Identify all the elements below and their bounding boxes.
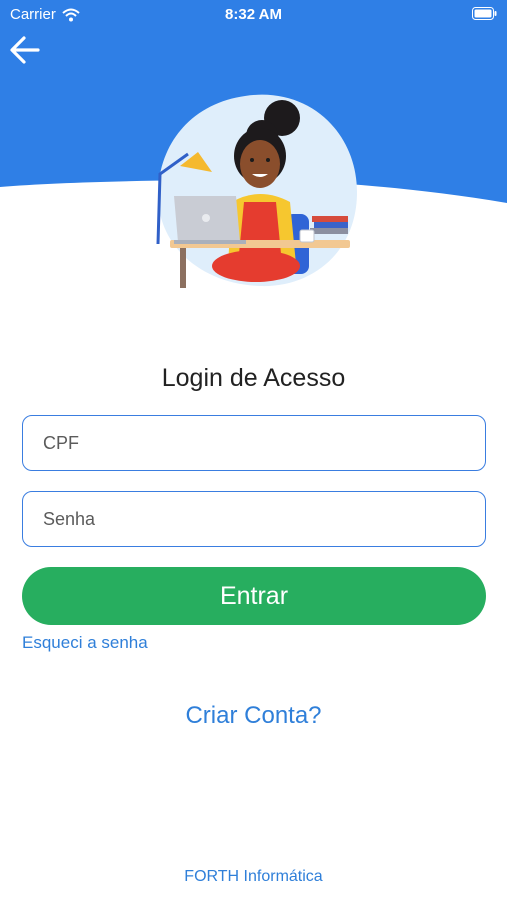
status-time: 8:32 AM [225, 6, 282, 23]
status-bar: Carrier 8:32 AM [0, 0, 507, 30]
girl-laptop-illustration [156, 94, 358, 288]
cpf-input[interactable] [22, 415, 486, 471]
password-input[interactable] [22, 491, 486, 547]
forgot-password-link[interactable]: Esqueci a senha [22, 633, 148, 653]
back-arrow-icon[interactable] [8, 33, 42, 67]
battery-icon [472, 7, 497, 20]
login-button[interactable]: Entrar [22, 567, 486, 625]
footer-credit: FORTH Informática [184, 868, 323, 885]
login-title: Login de Acesso [161, 364, 346, 392]
create-account-link[interactable]: Criar Conta? [0, 702, 507, 730]
